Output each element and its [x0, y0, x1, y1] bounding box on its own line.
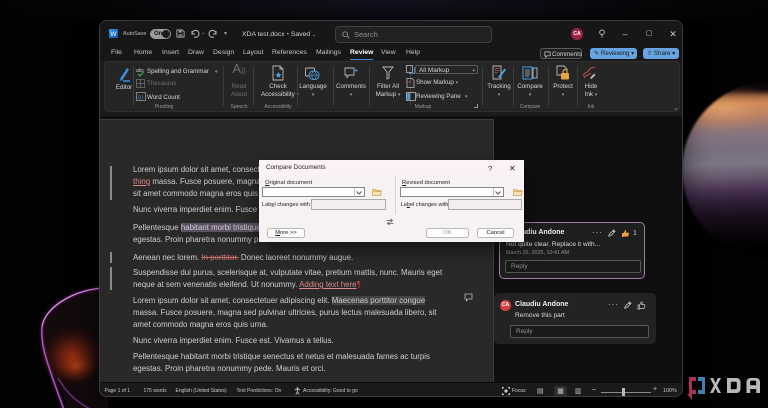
- svg-text:Q1: Q1: [138, 95, 145, 100]
- svg-text:W: W: [110, 31, 117, 38]
